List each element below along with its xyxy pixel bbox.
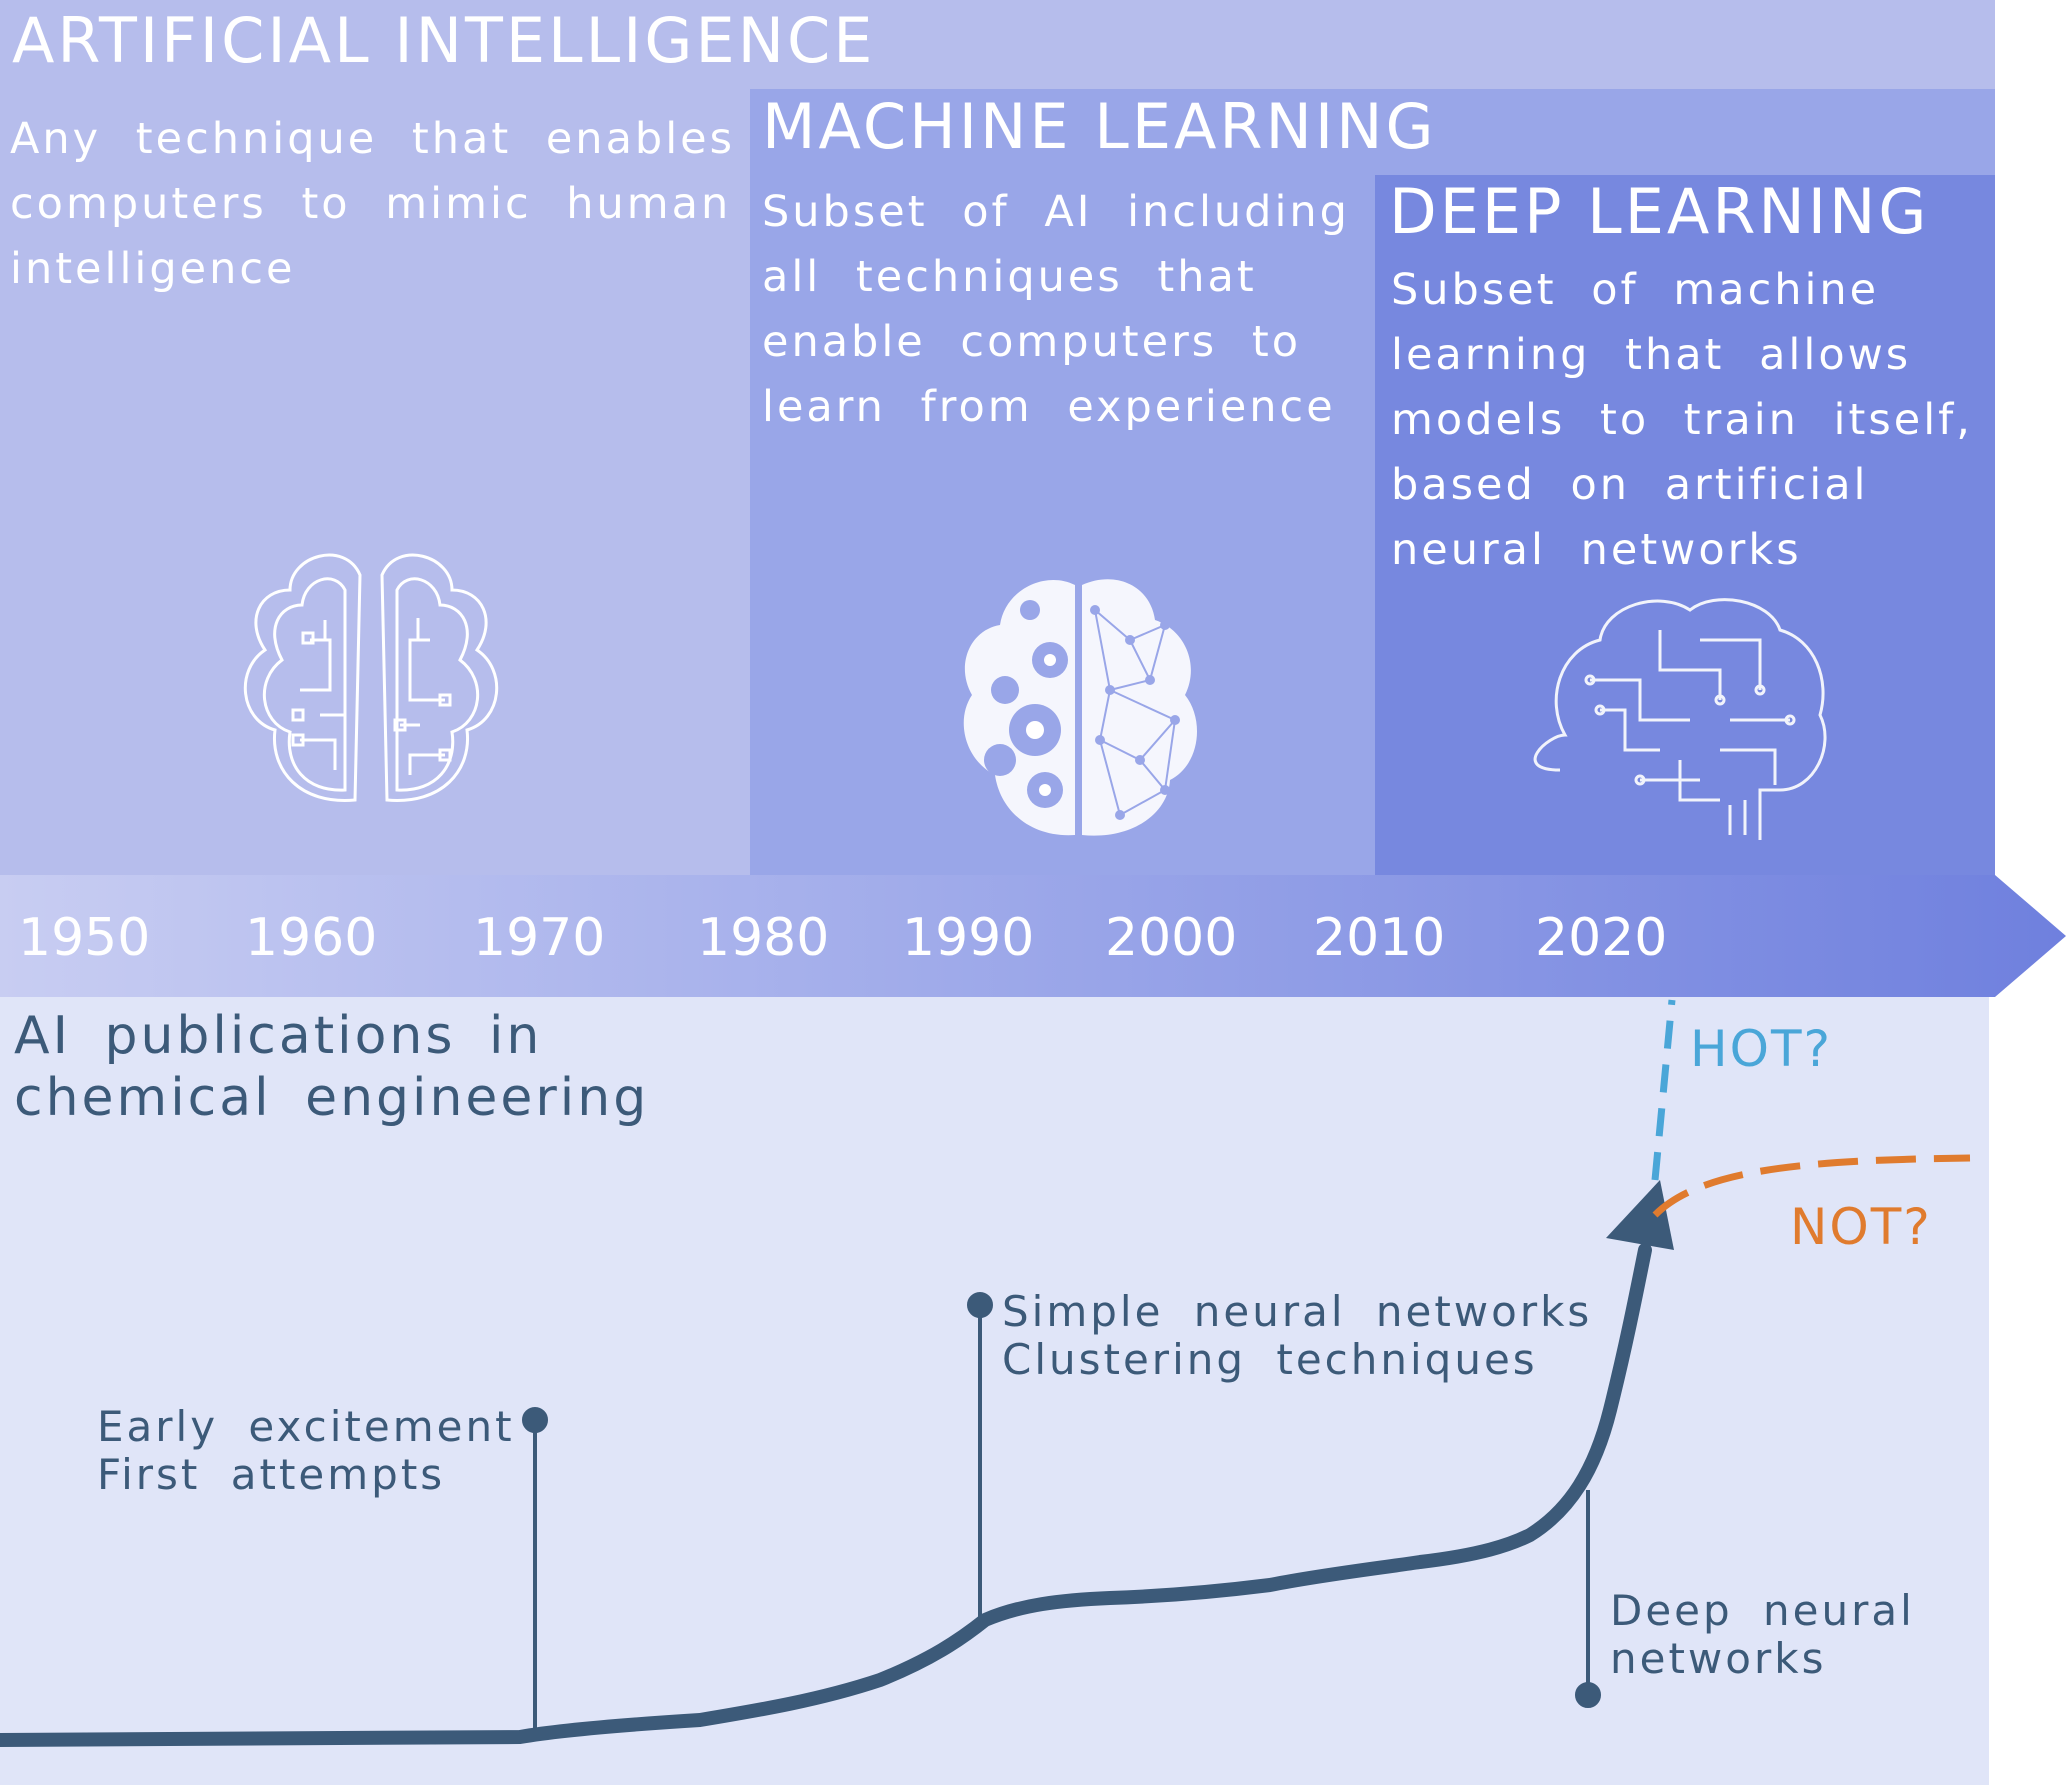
timeline-year-1970: 1970 [473, 908, 605, 968]
milestone-simple-nn: Simple neural networks Clustering techni… [1002, 1288, 1592, 1384]
curve-arrowhead [1606, 1180, 1674, 1250]
milestone-label-line2: Clustering techniques [1002, 1335, 1538, 1384]
gear-network-brain-icon [963, 579, 1197, 836]
hot-dashed-line [1651, 999, 1676, 1181]
milestone-3-dot [1575, 1682, 1601, 1708]
timeline-year-2010: 2010 [1313, 908, 1445, 968]
milestone-label-line1: Deep neural [1610, 1586, 1915, 1635]
timeline-year-2020: 2020 [1535, 908, 1667, 968]
timeline-year-2000: 2000 [1105, 908, 1237, 968]
timeline-year-1950: 1950 [18, 908, 150, 968]
circuit-brain-icon [243, 553, 499, 802]
timeline-year-1980: 1980 [697, 908, 829, 968]
hot-label: HOT? [1690, 1020, 1833, 1078]
milestone-label-line1: Simple neural networks [1002, 1287, 1593, 1336]
graph-title: AI publications in chemical engineering [14, 1006, 650, 1128]
circuit-board-brain-icon [1533, 598, 1827, 840]
milestone-label-line1: Early excitement [97, 1402, 515, 1451]
timeline-year-1990: 1990 [902, 908, 1034, 968]
timeline-year-1960: 1960 [245, 908, 377, 968]
milestone-early: Early excitement First attempts [97, 1403, 515, 1499]
milestone-2-dot [967, 1292, 993, 1318]
milestone-label-line2: First attempts [97, 1450, 446, 1499]
milestone-deep-nn: Deep neural networks [1610, 1587, 1915, 1683]
diagram-canvas: 1950 1960 1970 1980 1990 2000 2010 2020 [0, 553, 2066, 1747]
milestone-label-line2: networks [1610, 1634, 1827, 1683]
not-label: NOT? [1790, 1198, 1932, 1256]
milestone-1-dot [522, 1407, 548, 1433]
